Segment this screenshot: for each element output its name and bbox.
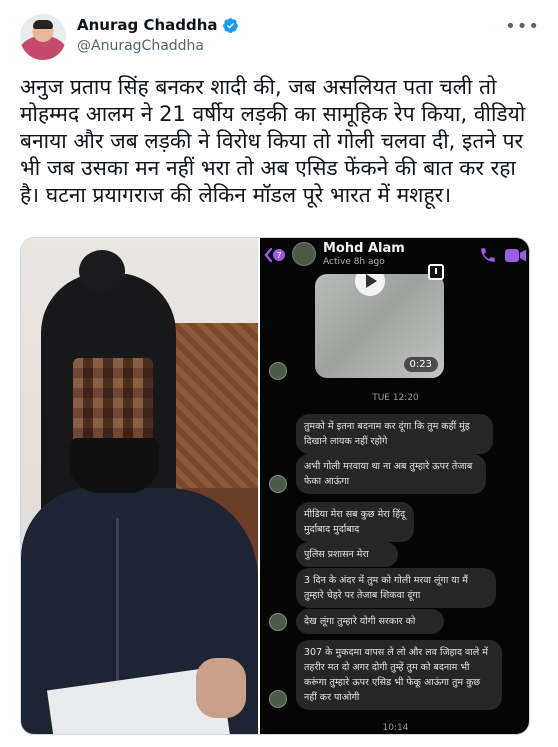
- play-icon: [355, 274, 385, 296]
- video-call-icon: [505, 249, 526, 262]
- chat-message: पुलिस प्रशासन मेरा: [296, 542, 398, 567]
- contact-avatar: [292, 242, 316, 266]
- chat-message: 307 के मुकदमा वापस ले लो और लव जिहाद वाल…: [296, 640, 502, 710]
- sender-avatar: [269, 690, 287, 708]
- victim-photo[interactable]: [21, 238, 258, 734]
- contact-name: Mohd Alam: [323, 241, 405, 256]
- back-arrow-icon: 7: [264, 247, 285, 263]
- phone-icon: [481, 248, 495, 262]
- video-message: 0:23: [315, 274, 444, 378]
- chat-message: मीडिया मेरा सब कुछ मेरा हिंदू मुर्दाबाद …: [296, 502, 414, 542]
- more-icon[interactable]: •••: [505, 16, 540, 37]
- sender-avatar: [269, 362, 287, 380]
- person-hair-bun: [79, 250, 125, 292]
- sender-avatar: [269, 613, 287, 631]
- contact-status: Active 8h ago: [323, 257, 385, 267]
- verified-badge-icon: [222, 17, 238, 33]
- chat-header: 7 Mohd Alam Active 8h ago: [260, 238, 529, 272]
- chat-message: 3 दिन के अंदर में तुम को गोली मरवा लूंगा…: [296, 568, 496, 608]
- author-handle[interactable]: @AnuragChaddha: [77, 38, 204, 54]
- author-avatar[interactable]: [20, 14, 66, 60]
- chat-message: अभी गोली मरवाया था ना अब तुम्हारे ऊपर ते…: [296, 454, 486, 494]
- save-icon: [428, 264, 444, 280]
- video-duration: 0:23: [403, 357, 438, 372]
- chat-message: देख लूंगा तुम्हारे योगी सरकार को: [296, 609, 444, 634]
- author-name-row: Anurag Chaddha: [77, 16, 239, 34]
- back-badge-count: 7: [276, 251, 281, 260]
- tweet-body-text: अनुज प्रताप सिंह बनकर शादी की, जब असलियत…: [20, 75, 526, 207]
- time-separator: 10:14: [382, 723, 409, 733]
- author-display-name[interactable]: Anurag Chaddha: [77, 16, 218, 34]
- tweet-media-grid[interactable]: 7 Mohd Alam Active 8h ago 0:23 TUE 12:20…: [20, 237, 530, 735]
- face-mask: [69, 438, 159, 493]
- tweet-header: Anurag Chaddha @AnuragChaddha •••: [0, 0, 558, 66]
- chat-screenshot[interactable]: 7 Mohd Alam Active 8h ago 0:23 TUE 12:20…: [260, 238, 529, 734]
- person-hand: [196, 658, 246, 718]
- chat-message: तुमको में इतना बदनाम कर दूंगा कि तुम कही…: [296, 414, 493, 454]
- sender-avatar: [269, 475, 287, 493]
- time-separator: TUE 12:20: [372, 393, 419, 403]
